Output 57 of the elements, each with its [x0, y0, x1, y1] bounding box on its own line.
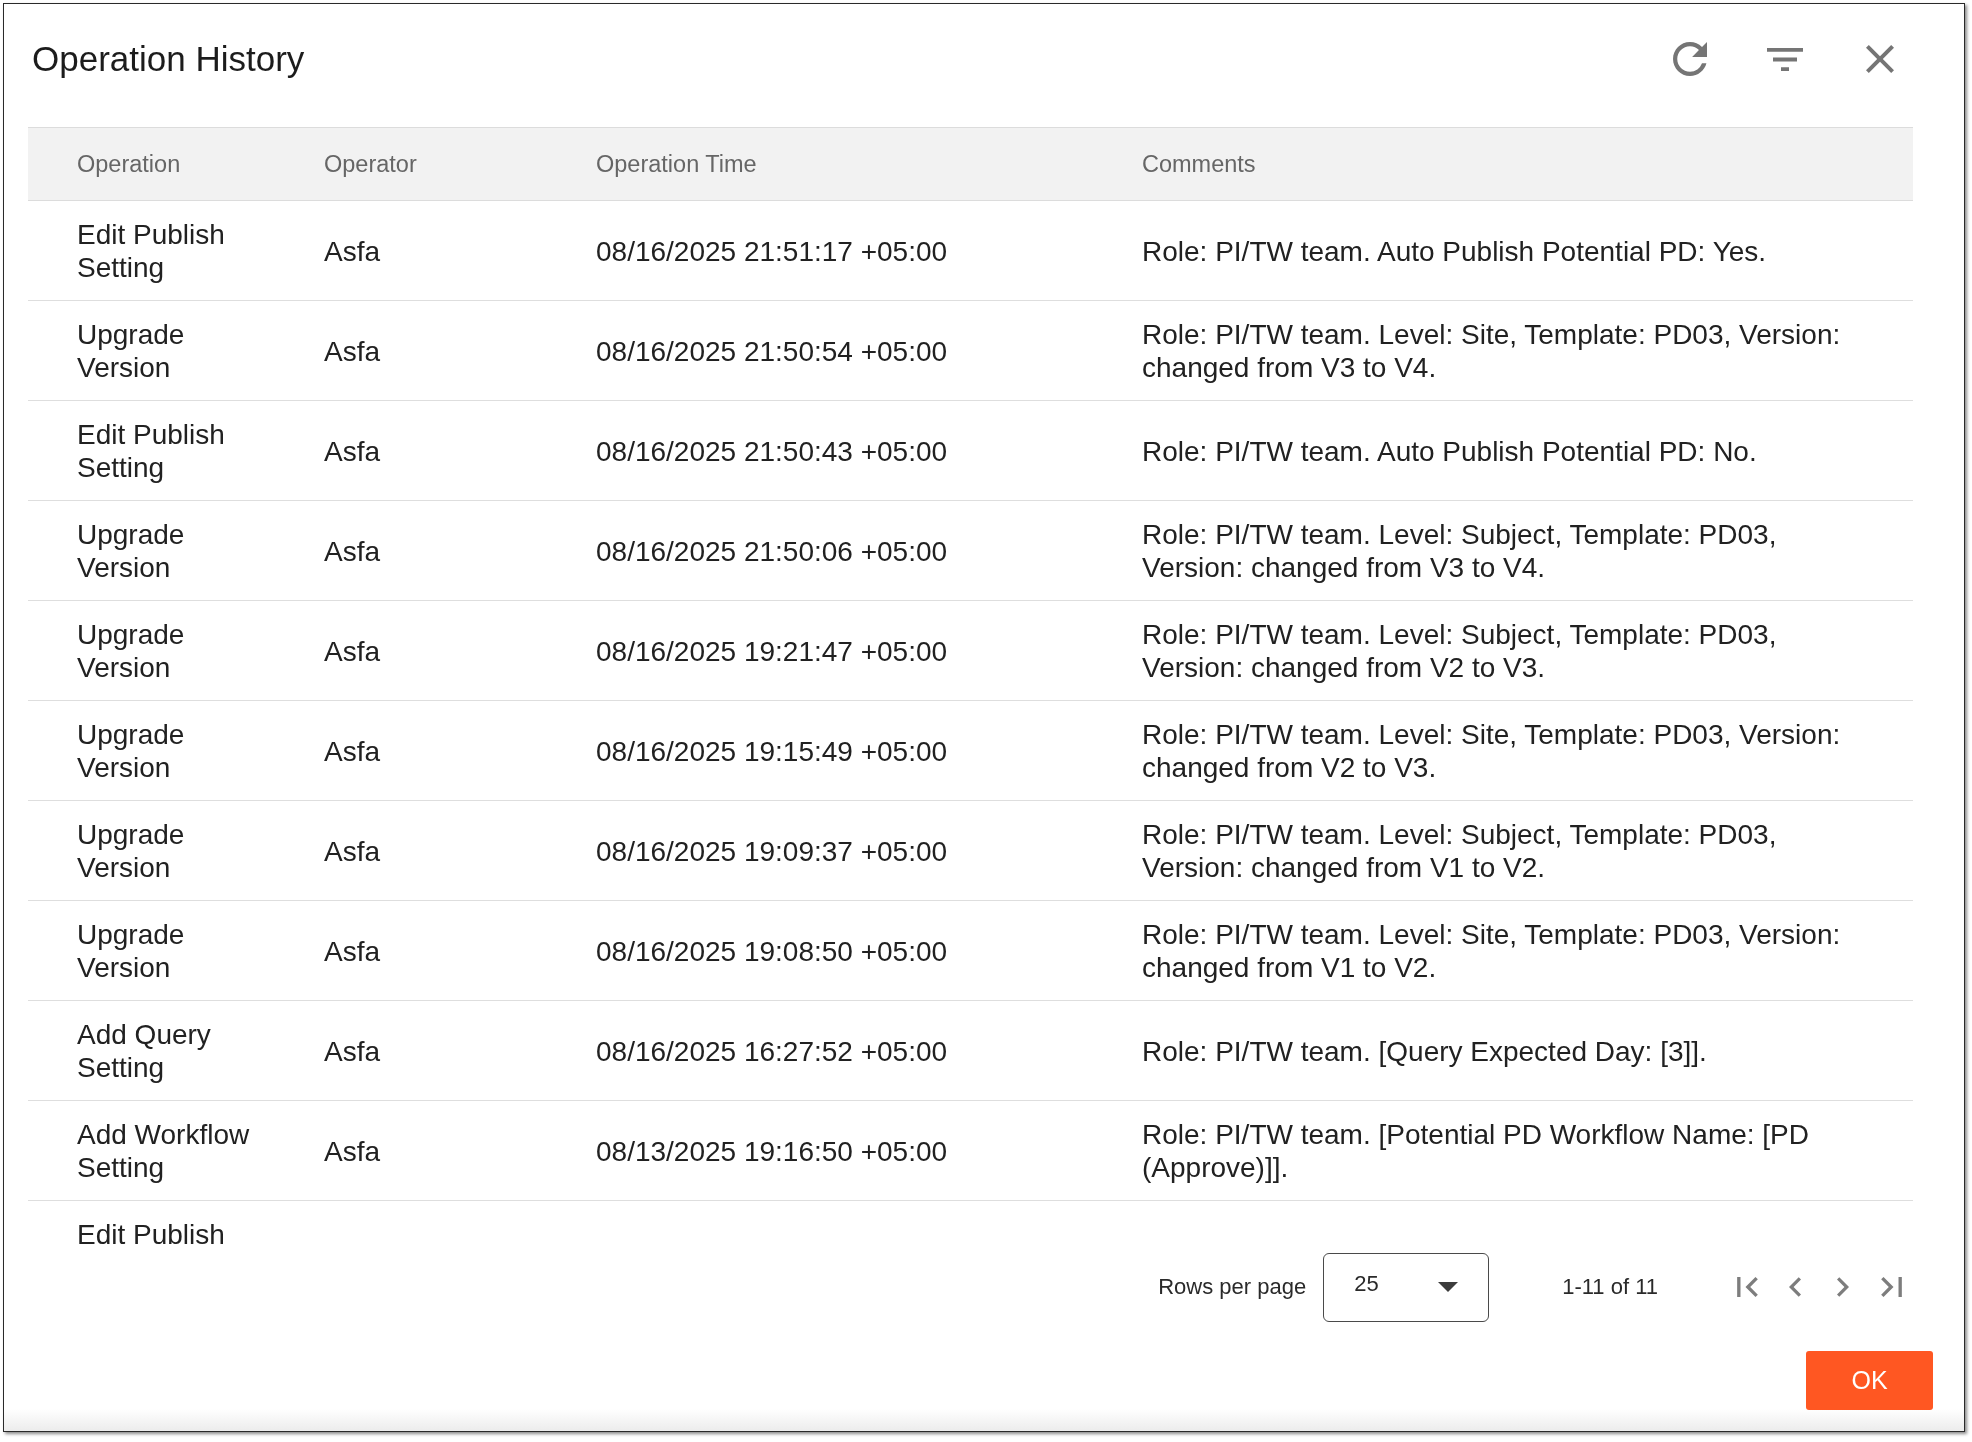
column-header: Operation Time	[596, 150, 757, 178]
first-page-icon	[1736, 1277, 1758, 1297]
table-cell: Asfa	[324, 334, 381, 368]
table-cell: Asfa	[324, 1034, 381, 1068]
column-header: Operation	[77, 150, 181, 178]
table-cell-text: Role: PI/TW team. Level: Site, Template: PD03, Version: changed from V2 to V3.	[1142, 718, 1842, 784]
chevron-right-icon	[1837, 1277, 1849, 1297]
table-cell: Role: PI/TW team. Auto Publish Potential PD: No.	[1142, 434, 1757, 468]
table-cell-text: Upgrade Version	[77, 818, 186, 884]
table-cell-text: Upgrade Version	[77, 918, 186, 984]
dialog-title: Operation History	[31, 39, 305, 79]
table-cell: Asfa	[324, 934, 381, 968]
table-cell-text: Role: PI/TW team. Level: Site, Template: PD03, Version: changed from V3 to V4.	[1142, 318, 1842, 384]
column-header: Comments	[1142, 150, 1256, 178]
refresh-icon	[1673, 42, 1707, 76]
table-cell: Asfa	[324, 1134, 381, 1168]
table-cell-text: Role: PI/TW team. [Potential PD Workflow Name: [PD (Approve)]].	[1142, 1118, 1810, 1184]
close-icon	[1866, 45, 1894, 73]
table-cell: 08/16/2025 21:50:06 +05:00	[596, 534, 948, 568]
table-cell: 08/16/2025 19:08:50 +05:00	[596, 934, 948, 968]
table-cell-text: Add Query Setting	[77, 1018, 212, 1084]
table-cell: Asfa	[324, 234, 381, 268]
table-cell-text: Role: PI/TW team. Level: Subject, Template: PD03, Version: changed from V2 to V3.	[1142, 618, 1778, 684]
table-cell: Asfa	[324, 634, 381, 668]
last-page-icon	[1880, 1277, 1902, 1297]
rows-per-page-select[interactable]: 25	[1323, 1252, 1490, 1322]
table-cell: Role: PI/TW team. [Query Expected Day: [3]].	[1142, 1034, 1707, 1068]
table-cell-text: Add Workflow Setting	[77, 1118, 251, 1184]
page-range-text: 1-11 of 11	[1562, 1274, 1658, 1300]
table-cell: 08/16/2025 19:09:37 +05:00	[596, 834, 948, 868]
table-cell: 08/16/2025 21:51:17 +05:00	[596, 234, 948, 268]
table-cell-text: Upgrade Version	[77, 718, 186, 784]
table-cell-text: Role: PI/TW team. Level: Site, Template: PD03, Version: changed from V1 to V2.	[1142, 918, 1842, 984]
table-cell: Asfa	[324, 834, 381, 868]
table-cell: 08/16/2025 19:21:47 +05:00	[596, 634, 948, 668]
table-cell: Asfa	[324, 434, 381, 468]
rows-per-page-label: Rows per page	[1158, 1274, 1307, 1300]
table-cell: 08/16/2025 21:50:54 +05:00	[596, 334, 948, 368]
column-header: Operator	[324, 150, 417, 178]
chevron-left-icon	[1789, 1277, 1801, 1297]
table-cell: 08/16/2025 21:50:43 +05:00	[596, 434, 948, 468]
table-cell-text: Edit Publish Setting	[77, 218, 226, 284]
table-cell: Asfa	[324, 734, 381, 768]
caret-icon	[1438, 1282, 1459, 1292]
table-cell: 08/16/2025 19:15:49 +05:00	[596, 734, 948, 768]
table-cell-text: Edit Publish Setting	[77, 418, 226, 484]
table-cell-text: Upgrade Version	[77, 518, 186, 584]
table-cell-text: Role: PI/TW team. Level: Subject, Template: PD03, Version: changed from V3 to V4.	[1142, 518, 1778, 584]
table-cell: Role: PI/TW team. Auto Publish Potential PD: Yes.	[1142, 234, 1767, 268]
table-cell-text: Role: PI/TW team. Level: Subject, Template: PD03, Version: changed from V1 to V2.	[1142, 818, 1778, 884]
table-cell-text: Upgrade Version	[77, 618, 186, 684]
table-cell: 08/13/2025 19:16:50 +05:00	[596, 1134, 948, 1168]
table-cell: 08/16/2025 16:27:52 +05:00	[596, 1034, 948, 1068]
filter-icon	[1767, 47, 1803, 71]
table-cell: Asfa	[324, 534, 381, 568]
table-cell-text: Upgrade Version	[77, 318, 186, 384]
table-cell: Edit Publish	[77, 1218, 225, 1251]
